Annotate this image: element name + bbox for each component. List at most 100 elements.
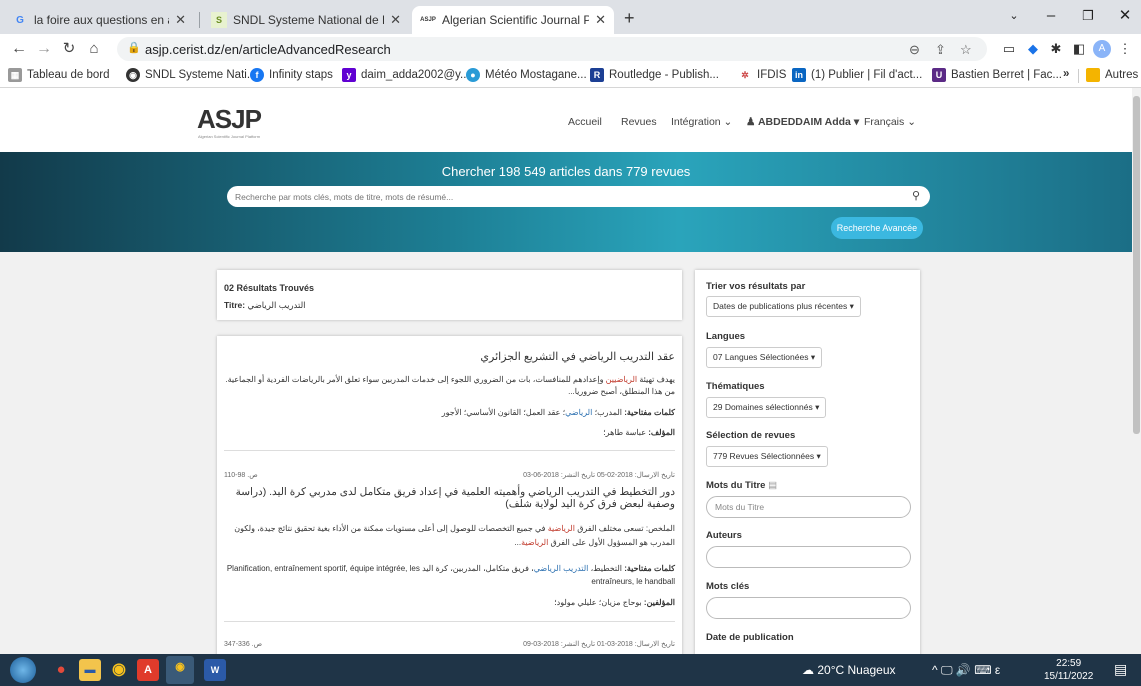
restore-button[interactable]: ❐ (1068, 4, 1108, 28)
app-icon-1[interactable]: ● (50, 659, 72, 681)
page-scrollbar[interactable] (1132, 88, 1141, 654)
new-tab-button[interactable]: + (624, 8, 635, 29)
keyboard-icon[interactable]: ⌨ (974, 663, 991, 677)
asjp-logo[interactable]: ASJP (197, 104, 262, 135)
close-tab-icon[interactable]: ✕ (175, 12, 186, 28)
bookmark-item[interactable]: in (1) Publier | Fil d'act... (792, 68, 922, 82)
clock[interactable]: 22:59 15/11/2022 (1044, 657, 1093, 683)
highlight-term: الرياضيين (605, 375, 638, 384)
browser-tab-bar: G la foire aux questions en arabe - ✕ S … (0, 0, 1141, 34)
languages-label: Langues (706, 331, 746, 342)
tab-title: Algerian Scientific Journal Platfor (442, 13, 590, 27)
article-abstract: يهدف تهيئة الرياضيين وإعدادهم للمنافسات،… (224, 374, 675, 398)
tray-icons[interactable]: ^ 🖵 🔊 ⌨ ε (932, 663, 1000, 678)
bookmark-label: Bastien Berret | Fac... (951, 69, 1063, 81)
title-words-input[interactable]: Mots du Titre (706, 496, 911, 518)
zoom-icon[interactable]: ⊖ (909, 42, 920, 58)
back-arrow-icon[interactable]: ← (8, 38, 30, 60)
highlight-keyword[interactable]: الرياضي (565, 408, 592, 417)
cloud-icon: ☁ (802, 663, 814, 677)
network-icon[interactable]: 🖵 (941, 663, 953, 677)
bookmark-item[interactable]: ▦ Tableau de bord (8, 68, 109, 82)
result-divider (224, 450, 675, 451)
nav-language-label: Français (864, 116, 905, 128)
bookmark-item[interactable]: R Routledge - Publish... (590, 68, 719, 82)
keywords-input[interactable] (706, 597, 911, 619)
close-tab-icon[interactable]: ✕ (390, 12, 401, 28)
themes-select[interactable]: 29 Domaines sélectionnés ▾ (706, 397, 827, 418)
scrollbar-thumb[interactable] (1133, 96, 1140, 434)
authors-text[interactable]: بوحاج مزيان؛ عليلي مولود؛ (554, 598, 644, 607)
languages-select[interactable]: 07 Langues Sélectionées ▾ (706, 347, 823, 368)
profile-avatar[interactable]: A (1093, 40, 1111, 58)
sidepanel-icon[interactable]: ◧ (1070, 40, 1088, 58)
tab-search-icon[interactable]: ⌄ (994, 4, 1034, 28)
authors-label: المؤلفين: (643, 598, 675, 607)
bookmark-item[interactable]: y daim_adda2002@y... (342, 68, 470, 82)
nav-language[interactable]: Français ⌄ (864, 116, 916, 128)
article-title[interactable]: عقد التدريب الرياضي في التشريع الجزائري (227, 350, 675, 363)
input-method-icon[interactable]: ε (995, 663, 1000, 677)
bookmark-item[interactable]: U Bastien Berret | Fac... (932, 68, 1062, 82)
bookmark-item[interactable]: ◉ SNDL Systeme Nati... (126, 68, 256, 82)
tab-faq-arabe[interactable]: G la foire aux questions en arabe - ✕ (4, 6, 194, 34)
start-button[interactable] (10, 657, 36, 683)
reload-icon[interactable]: ↻ (58, 38, 80, 60)
keywords-label: كلمات مفتاحية: (624, 564, 675, 573)
more-bookmarks-button[interactable]: » (1063, 68, 1069, 80)
nav-user-menu[interactable]: ♟ ABDEDDAIM Adda ▾ (746, 116, 859, 128)
nav-journals[interactable]: Revues (621, 116, 657, 128)
extension-page-icon[interactable]: ▭ (1000, 40, 1018, 58)
highlight-keyword[interactable]: التدريب الرياضي (534, 564, 589, 573)
search-input[interactable] (235, 189, 895, 204)
chrome-icon[interactable]: ◉ (108, 659, 130, 681)
tab-asjp[interactable]: ASJP Algerian Scientific Journal Platfor… (412, 6, 614, 34)
authors-text[interactable]: عباسة طاهر؛ (603, 428, 648, 437)
result-divider (224, 621, 675, 622)
google-icon: G (16, 14, 24, 26)
yahoo-mail-icon: y (342, 68, 356, 82)
keyboard-icon[interactable]: ▤ (768, 480, 777, 491)
other-bookmarks-folder[interactable]: Autres favoris (1086, 68, 1141, 82)
home-icon[interactable]: ⌂ (83, 38, 105, 60)
url-text: asjp.cerist.dz/en/articleAdvancedResearc… (145, 42, 391, 57)
sort-select[interactable]: Dates de publications plus récentes ▾ (706, 296, 861, 317)
minimize-button[interactable]: – (1031, 4, 1071, 28)
bookmark-item[interactable]: ✲ IFDIS (738, 68, 786, 82)
share-icon[interactable]: ⇪ (935, 42, 946, 58)
weather-widget[interactable]: ☁ 20°C Nuageux (802, 663, 896, 677)
acrobat-icon[interactable]: A (137, 659, 159, 681)
journals-label: Sélection de revues (706, 430, 796, 441)
bookmark-item[interactable]: ● Météo Mostagane... (466, 68, 587, 82)
chevron-up-icon[interactable]: ^ (932, 663, 938, 677)
extension-diamond-icon[interactable]: ◆ (1024, 40, 1042, 58)
article-authors: المؤلفين: بوحاج مزيان؛ عليلي مولود؛ (224, 598, 675, 607)
authors-input[interactable] (706, 546, 911, 568)
nav-integration[interactable]: Intégration ⌄ (671, 116, 732, 128)
search-icon[interactable]: ⚲ (912, 189, 920, 202)
bookmark-label: Routledge - Publish... (609, 69, 719, 81)
volume-icon[interactable]: 🔊 (956, 663, 971, 677)
file-explorer-icon[interactable]: ▬ (79, 659, 101, 681)
close-window-button[interactable]: ✕ (1105, 4, 1141, 28)
address-bar[interactable]: 🔒 asjp.cerist.dz/en/articleAdvancedResea… (117, 37, 987, 61)
article-authors: المؤلف: عباسة طاهر؛ (224, 428, 675, 437)
title-words-label: Mots du Titre ▤ (706, 480, 777, 491)
keywords-text: التخطيط، (588, 564, 625, 573)
word-icon[interactable]: W (204, 659, 226, 681)
extensions-puzzle-icon[interactable]: ✱ (1047, 40, 1065, 58)
bookmark-star-icon[interactable]: ☆ (960, 42, 972, 58)
journals-select[interactable]: 779 Revues Sélectionnées ▾ (706, 446, 828, 467)
forward-arrow-icon[interactable]: → (33, 38, 55, 60)
chrome-active-icon[interactable]: ◉ (166, 656, 194, 684)
advanced-search-button[interactable]: Recherche Avancée (831, 217, 923, 239)
article-title[interactable]: دور التخطيط في التدريب الرياضي وأهميته ا… (224, 486, 675, 510)
authors-label: المؤلف: (648, 428, 675, 437)
chevron-down-icon: ⌄ (723, 116, 733, 128)
notifications-icon[interactable]: ▤ (1114, 661, 1127, 678)
browser-menu-icon[interactable]: ⋮ (1116, 40, 1134, 58)
close-tab-icon[interactable]: ✕ (595, 12, 606, 28)
tab-sndl[interactable]: S SNDL Systeme National de Docu ✕ (203, 6, 409, 34)
bookmark-item[interactable]: f Infinity staps (250, 68, 333, 82)
nav-home[interactable]: Accueil (568, 116, 602, 128)
